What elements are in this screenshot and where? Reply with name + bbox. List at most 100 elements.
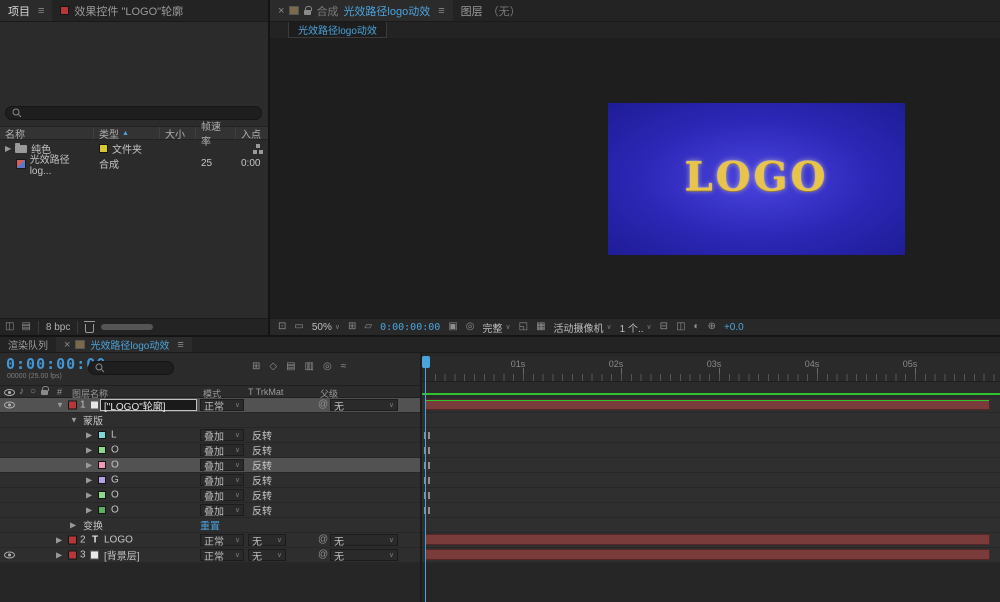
- mask-row-1[interactable]: ▶ L 叠加 ∨ 反转: [0, 428, 420, 443]
- always-preview-icon[interactable]: ⊡: [278, 322, 286, 332]
- layer-name[interactable]: LOGO: [104, 535, 133, 546]
- track-row-mask[interactable]: [422, 503, 1000, 518]
- viewer-canvas-area[interactable]: LOGO: [270, 38, 1000, 318]
- blend-mode-select[interactable]: 正常 ∨: [200, 534, 244, 548]
- mask-keyframe-mark[interactable]: [428, 492, 430, 499]
- mask-color-swatch[interactable]: [98, 431, 106, 439]
- expand-arrow-icon[interactable]: ▶: [86, 461, 92, 470]
- fast-preview-icon[interactable]: ◐: [694, 322, 700, 332]
- mask-color-swatch[interactable]: [98, 491, 106, 499]
- grid-guides-icon[interactable]: ⊞: [348, 322, 356, 332]
- composition-frame[interactable]: LOGO: [608, 103, 905, 255]
- mask-keyframe-mark[interactable]: [428, 447, 430, 454]
- panel-menu-icon[interactable]: ≡: [177, 339, 183, 351]
- horizontal-scrollbar[interactable]: [101, 324, 154, 330]
- transparency-grid-icon[interactable]: ▦: [536, 322, 545, 332]
- viewer-timecode[interactable]: 0:00:00:00: [380, 322, 440, 333]
- layer-row-2[interactable]: ▶ 2 T LOGO 正常 ∨ 无 ∨ @ 无 ∨: [0, 533, 420, 548]
- mask-keyframe-mark[interactable]: [428, 432, 430, 439]
- new-folder-icon[interactable]: ▤: [21, 322, 30, 332]
- exposure-reset-icon[interactable]: ⊕: [708, 322, 716, 332]
- mask-color-swatch[interactable]: [98, 446, 106, 454]
- view-layout-select[interactable]: 1 个.. ∨: [620, 320, 652, 335]
- column-inpoint[interactable]: 入点: [236, 127, 268, 141]
- pixel-aspect-icon[interactable]: ◫: [676, 322, 685, 332]
- blend-mode-select[interactable]: 正常 ∨: [200, 399, 244, 413]
- mask-row-6[interactable]: ▶ O 叠加 ∨ 反转: [0, 503, 420, 518]
- frame-blend-icon[interactable]: ▥: [305, 361, 314, 372]
- mask-invert-checkbox[interactable]: 反转: [252, 458, 272, 473]
- tab-timeline-comp[interactable]: × 光效路径logo动效 ≡: [56, 337, 192, 352]
- region-of-interest-icon[interactable]: ◱: [519, 322, 528, 332]
- column-name[interactable]: 名称: [0, 127, 94, 141]
- close-icon[interactable]: ×: [278, 5, 284, 17]
- transform-reset-link[interactable]: 重置: [200, 518, 220, 533]
- track-row-mask[interactable]: [422, 458, 1000, 473]
- snapshot-icon[interactable]: ▣: [448, 322, 457, 332]
- tab-layer[interactable]: 图层 （无）: [453, 0, 529, 21]
- expand-arrow-icon[interactable]: ▶: [86, 476, 92, 485]
- track-row-layer2[interactable]: [422, 533, 1000, 548]
- panel-menu-icon[interactable]: ≡: [438, 5, 444, 17]
- lock-icon[interactable]: [304, 6, 313, 15]
- layer-name-edit[interactable]: ["LOGO"轮廓]: [100, 399, 197, 413]
- expand-arrow-icon[interactable]: ▶: [86, 491, 92, 500]
- column-type[interactable]: 类型 ▲: [94, 127, 160, 141]
- expand-arrow-icon[interactable]: ▶: [86, 446, 92, 455]
- track-row-mask[interactable]: [422, 428, 1000, 443]
- mask-name[interactable]: O: [111, 460, 119, 471]
- mask-invert-checkbox[interactable]: 反转: [252, 488, 272, 503]
- mask-keyframe-mark[interactable]: [428, 477, 430, 484]
- mask-name[interactable]: O: [111, 445, 119, 456]
- close-icon[interactable]: ×: [64, 339, 70, 351]
- graph-editor-icon[interactable]: ≈: [341, 361, 347, 372]
- mask-row-2[interactable]: ▶ O 叠加 ∨ 反转: [0, 443, 420, 458]
- eye-icon[interactable]: [4, 401, 15, 409]
- parent-pickwhip-icon[interactable]: @: [318, 400, 328, 410]
- parent-pickwhip-icon[interactable]: @: [318, 535, 328, 545]
- motion-blur-icon[interactable]: ◎: [323, 361, 332, 372]
- expand-arrow-icon[interactable]: ▶: [70, 521, 76, 530]
- mask-mode-select[interactable]: 叠加 ∨: [200, 459, 244, 473]
- transform-group-row[interactable]: ▶ 变换 重置: [0, 518, 420, 533]
- label-chip-yellow[interactable]: [99, 144, 108, 153]
- collapse-arrow-icon[interactable]: ▼: [70, 416, 78, 425]
- trash-icon[interactable]: [84, 321, 96, 333]
- parent-pickwhip-icon[interactable]: @: [318, 550, 328, 560]
- mask-name[interactable]: L: [111, 430, 117, 441]
- tab-render-queue[interactable]: 渲染队列: [0, 337, 56, 352]
- playhead-line[interactable]: [425, 356, 426, 602]
- mask-row-4[interactable]: ▶ G 叠加 ∨ 反转: [0, 473, 420, 488]
- resolution-select[interactable]: 完整 ∨: [482, 320, 510, 335]
- mask-name[interactable]: G: [111, 475, 119, 486]
- layer-row-1[interactable]: ▼ 1 ["LOGO"轮廓] 正常 ∨ @ 无 ∨: [0, 398, 420, 413]
- mask-invert-checkbox[interactable]: 反转: [252, 503, 272, 518]
- panel-menu-icon[interactable]: ≡: [38, 5, 44, 17]
- audio-column-icon[interactable]: ♪: [19, 387, 24, 397]
- mask-row-5[interactable]: ▶ O 叠加 ∨ 反转: [0, 488, 420, 503]
- project-row-composition[interactable]: 光效路径log... 合成 25 0:00: [0, 155, 268, 177]
- timeline-track-area[interactable]: 01s 02s 03s 04s 05s: [420, 353, 1000, 602]
- blend-mode-select[interactable]: 正常 ∨: [200, 549, 244, 563]
- mask-mode-select[interactable]: 叠加 ∨: [200, 444, 244, 458]
- parent-select[interactable]: 无 ∨: [330, 549, 398, 563]
- show-snapshot-icon[interactable]: ◎: [466, 322, 475, 332]
- mask-invert-checkbox[interactable]: 反转: [252, 428, 272, 443]
- track-row-transform[interactable]: [422, 518, 1000, 533]
- mask-mode-select[interactable]: 叠加 ∨: [200, 489, 244, 503]
- label-chip-red[interactable]: [68, 535, 77, 545]
- layer-name[interactable]: [背景层]: [104, 548, 140, 563]
- project-bit-depth[interactable]: 8 bpc: [37, 320, 79, 334]
- track-row-mask[interactable]: [422, 443, 1000, 458]
- label-chip-red[interactable]: [68, 550, 77, 560]
- timeline-search-input[interactable]: [88, 361, 174, 375]
- tab-project[interactable]: 项目 ≡: [0, 0, 53, 21]
- expand-arrow-icon[interactable]: ▶: [86, 506, 92, 515]
- mask-row-3[interactable]: ▶ O 叠加 ∨ 反转: [0, 458, 420, 473]
- tab-composition[interactable]: × 合成 光效路径logo动效 ≡: [270, 0, 453, 21]
- zoom-select[interactable]: 50% ∨: [312, 322, 340, 333]
- expand-arrow-icon[interactable]: ▶: [86, 431, 92, 440]
- label-chip-red[interactable]: [68, 400, 77, 410]
- track-row-mask[interactable]: [422, 488, 1000, 503]
- time-ruler[interactable]: 01s 02s 03s 04s 05s: [422, 356, 1000, 382]
